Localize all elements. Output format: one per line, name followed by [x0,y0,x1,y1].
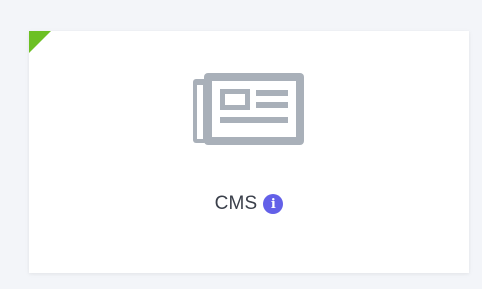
status-corner-badge [29,31,51,53]
info-icon[interactable]: i [263,194,284,214]
module-label-row: CMS i [29,193,469,215]
newspaper-icon [193,73,304,145]
module-title: CMS [214,193,258,214]
module-card-cms[interactable]: CMS i [29,31,469,273]
